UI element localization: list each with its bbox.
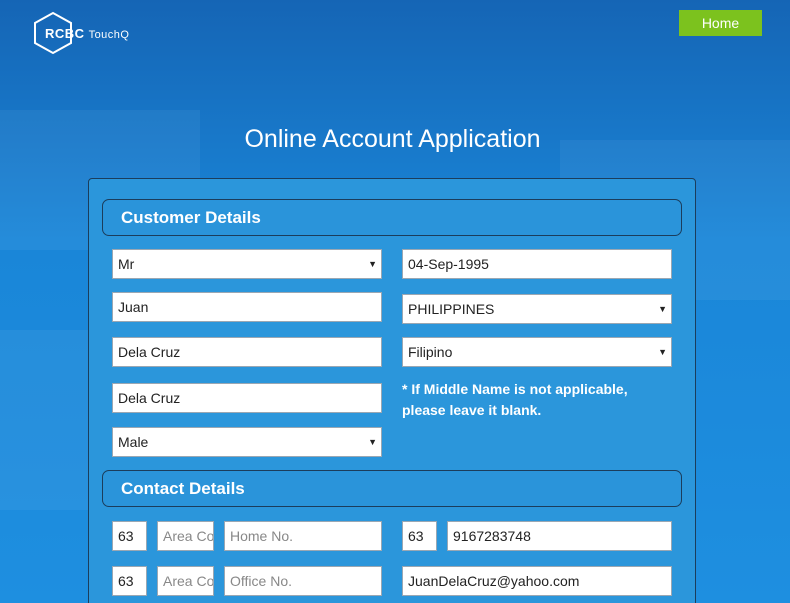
office-country-code-field[interactable]: 63: [112, 566, 147, 596]
home-number-field[interactable]: Home No.: [224, 521, 382, 551]
mobile-number-field[interactable]: 9167283748: [447, 521, 672, 551]
logo-text: RCBC TouchQ: [45, 26, 129, 41]
home-button[interactable]: Home: [679, 10, 762, 36]
title-select[interactable]: Mr: [112, 249, 382, 279]
office-area-code-field[interactable]: Area Code: [157, 566, 214, 596]
mobile-country-code-field[interactable]: 63: [402, 521, 437, 551]
contact-details-header: Contact Details: [102, 470, 682, 507]
rcbc-logo: RCBC TouchQ: [33, 11, 129, 55]
birthdate-field[interactable]: 04-Sep-1995: [402, 249, 672, 279]
logo-product: TouchQ: [88, 29, 130, 41]
last-name-field[interactable]: Dela Cruz: [112, 383, 382, 413]
background-shape: [0, 330, 90, 510]
office-number-field[interactable]: Office No.: [224, 566, 382, 596]
middle-name-field[interactable]: Dela Cruz: [112, 337, 382, 367]
nationality-select[interactable]: Filipino: [402, 337, 672, 367]
first-name-field[interactable]: Juan: [112, 292, 382, 322]
home-country-code-field[interactable]: 63: [112, 521, 147, 551]
logo-brand: RCBC: [45, 26, 85, 41]
email-field[interactable]: JuanDelaCruz@yahoo.com: [402, 566, 672, 596]
page-title: Online Account Application: [244, 125, 541, 153]
country-select[interactable]: PHILIPPINES: [402, 294, 672, 324]
middle-name-note: * If Middle Name is not applicable, plea…: [402, 381, 628, 418]
home-area-code-field[interactable]: Area Code: [157, 521, 214, 551]
gender-select[interactable]: Male: [112, 427, 382, 457]
application-form: Customer Details Mr Juan Dela Cruz Dela …: [88, 178, 696, 603]
customer-details-header: Customer Details: [102, 199, 682, 236]
